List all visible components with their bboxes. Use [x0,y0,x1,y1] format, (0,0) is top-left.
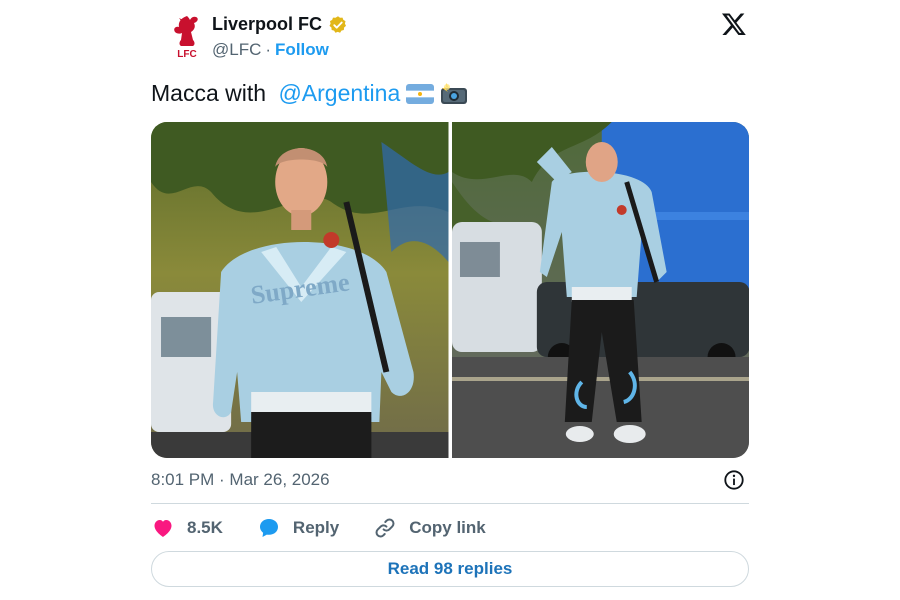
separator: · [265,40,272,59]
argentina-flag-icon [406,83,435,104]
like-button[interactable]: 8.5K [151,516,223,540]
tweet-text-prefix: Macca with [151,80,273,106]
action-bar: 8.5K Reply Copy link [151,514,520,542]
photo-1-image: Supreme [151,122,449,458]
photo-player-smiling[interactable]: Supreme [151,122,449,458]
speech-bubble-icon [259,519,278,537]
tweet-card: LFC Liverpool FC @LFC · Follow Macca wit… [151,0,749,600]
mention-link[interactable]: @Argentina [278,80,400,107]
avatar-text: LFC [177,49,196,60]
reply-button[interactable]: Reply [257,516,339,540]
tweet-text: Macca with @Argentina [151,80,468,107]
camera-with-flash-icon [441,82,468,104]
media-grid: Supreme [151,122,749,458]
link-icon [375,518,395,538]
info-icon[interactable] [723,469,745,491]
heart-icon [154,520,172,537]
lfc-crest-icon: LFC [174,16,198,60]
copy-link-label: Copy link [409,518,486,537]
photo-player-walking[interactable] [451,122,749,458]
divider [151,503,749,504]
follow-button[interactable]: Follow [275,40,329,60]
author-name-row: Liverpool FC [212,14,348,35]
like-count: 8.5K [187,518,223,537]
display-name[interactable]: Liverpool FC [212,14,322,35]
x-logo-icon[interactable] [721,11,747,37]
avatar[interactable]: LFC [161,10,213,62]
handle-row: @LFC · Follow [212,40,329,60]
read-replies-button[interactable]: Read 98 replies [151,551,749,587]
verified-badge-icon [329,15,347,33]
tweet-timestamp[interactable]: 8:01 PM · Mar 26, 2026 [151,470,330,490]
copy-link-button[interactable]: Copy link [373,516,486,540]
photo-2-image [451,122,749,458]
handle[interactable]: @LFC [212,40,261,60]
reply-label: Reply [292,518,340,537]
